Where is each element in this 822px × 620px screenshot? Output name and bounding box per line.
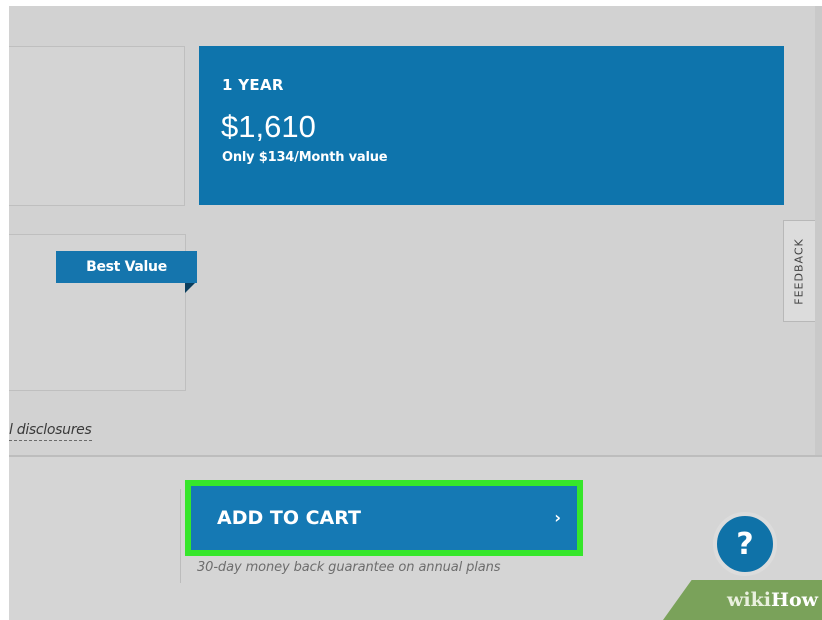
add-to-cart-button[interactable]: ADD TO CART ›	[191, 486, 577, 550]
plan-price: $1,610	[221, 109, 316, 144]
plan-term: 1 YEAR	[222, 76, 284, 94]
guarantee-text: 30-day money back guarantee on annual pl…	[197, 560, 501, 575]
scroll-rail	[815, 6, 822, 455]
help-button[interactable]: ?	[713, 512, 777, 576]
disclosures-link[interactable]: l disclosures	[9, 422, 92, 441]
feedback-label: FEEDBACK	[793, 237, 807, 305]
add-to-cart-label: ADD TO CART	[217, 507, 361, 529]
feedback-tab[interactable]: FEEDBACK	[783, 220, 815, 322]
watermark-wiki: wiki	[727, 589, 772, 611]
plan-card-other-top[interactable]	[9, 46, 185, 206]
section-divider	[9, 455, 822, 457]
best-value-ribbon: Best Value	[56, 251, 197, 283]
chevron-right-icon: ›	[554, 508, 561, 527]
plan-monthly-value: Only $134/Month value	[222, 150, 388, 165]
action-divider	[180, 489, 181, 583]
plan-selection-area: 1 YEAR $1,610 Only $134/Month value Best…	[9, 6, 815, 455]
watermark-how: How	[771, 589, 818, 611]
question-mark-icon: ?	[736, 526, 754, 562]
ribbon-fold	[185, 283, 195, 293]
plan-card-1-year[interactable]: 1 YEAR $1,610 Only $134/Month value	[199, 46, 784, 205]
